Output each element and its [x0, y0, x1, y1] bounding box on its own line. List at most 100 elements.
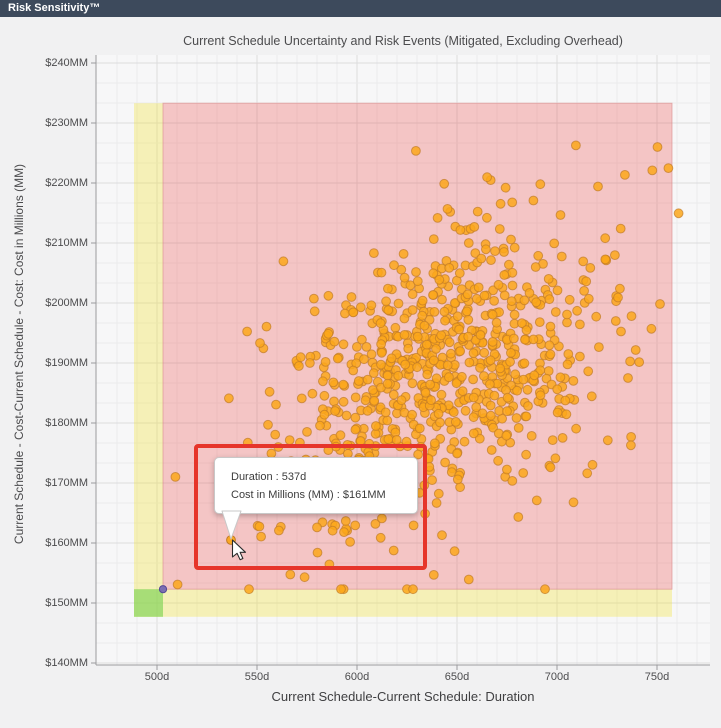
scatter-point[interactable]	[369, 386, 378, 395]
scatter-point[interactable]	[313, 523, 322, 532]
scatter-point[interactable]	[383, 371, 392, 380]
scatter-point[interactable]	[264, 420, 273, 429]
scatter-point[interactable]	[257, 532, 266, 541]
scatter-point[interactable]	[500, 248, 509, 257]
scatter-point[interactable]	[507, 297, 516, 306]
scatter-point[interactable]	[507, 235, 516, 244]
scatter-point[interactable]	[445, 338, 454, 347]
scatter-point[interactable]	[349, 308, 358, 317]
scatter-point[interactable]	[362, 343, 371, 352]
scatter-point[interactable]	[664, 164, 673, 173]
scatter-point[interactable]	[303, 428, 312, 437]
scatter-point[interactable]	[458, 387, 467, 396]
scatter-point[interactable]	[648, 166, 657, 175]
scatter-point[interactable]	[349, 366, 358, 375]
scatter-point[interactable]	[532, 496, 541, 505]
scatter-point[interactable]	[583, 469, 592, 478]
scatter-point[interactable]	[400, 273, 409, 282]
scatter-point[interactable]	[523, 385, 532, 394]
scatter-point[interactable]	[333, 354, 342, 363]
scatter-point[interactable]	[341, 309, 350, 318]
scatter-point[interactable]	[480, 291, 489, 300]
scatter-point[interactable]	[443, 361, 452, 370]
scatter-point[interactable]	[243, 327, 252, 336]
scatter-point[interactable]	[508, 268, 517, 277]
scatter-point[interactable]	[384, 435, 393, 444]
scatter-point[interactable]	[595, 343, 604, 352]
scatter-point[interactable]	[370, 249, 379, 258]
scatter-point[interactable]	[171, 473, 180, 482]
scatter-point[interactable]	[531, 263, 540, 272]
scatter-point[interactable]	[256, 339, 265, 348]
scatter-point[interactable]	[535, 318, 544, 327]
scatter-point[interactable]	[551, 308, 560, 317]
scatter-point[interactable]	[553, 286, 562, 295]
scatter-point[interactable]	[553, 385, 562, 394]
scatter-point[interactable]	[392, 436, 401, 445]
scatter-point[interactable]	[370, 396, 379, 405]
scatter-point[interactable]	[409, 521, 418, 530]
scatter-point[interactable]	[443, 205, 452, 214]
scatter-point[interactable]	[464, 239, 473, 248]
scatter-point[interactable]	[469, 393, 478, 402]
scatter-point[interactable]	[496, 199, 505, 208]
scatter-point[interactable]	[569, 377, 578, 386]
scatter-point[interactable]	[561, 396, 570, 405]
scatter-point[interactable]	[573, 306, 582, 315]
scatter-point[interactable]	[339, 380, 348, 389]
scatter-point[interactable]	[488, 310, 497, 319]
scatter-point[interactable]	[563, 310, 572, 319]
scatter-point[interactable]	[430, 439, 439, 448]
scatter-point[interactable]	[546, 322, 555, 331]
scatter-point[interactable]	[377, 360, 386, 369]
scatter-point[interactable]	[494, 280, 503, 289]
scatter-point[interactable]	[382, 297, 391, 306]
scatter-point[interactable]	[434, 489, 443, 498]
scatter-point[interactable]	[483, 173, 492, 182]
scatter-point[interactable]	[521, 335, 530, 344]
scatter-point[interactable]	[286, 570, 295, 579]
scatter-point[interactable]	[295, 362, 304, 371]
scatter-point[interactable]	[455, 269, 464, 278]
scatter-point[interactable]	[510, 243, 519, 252]
scatter-point[interactable]	[627, 441, 636, 450]
scatter-point[interactable]	[300, 573, 309, 582]
scatter-point[interactable]	[450, 547, 459, 556]
scatter-point[interactable]	[453, 312, 462, 321]
scatter-point[interactable]	[422, 340, 431, 349]
scatter-point[interactable]	[451, 418, 460, 427]
scatter-point[interactable]	[480, 372, 489, 381]
scatter-point[interactable]	[617, 327, 626, 336]
scatter-point[interactable]	[387, 354, 396, 363]
scatter-point[interactable]	[351, 393, 360, 402]
scatter-point[interactable]	[536, 180, 545, 189]
scatter-point[interactable]	[340, 528, 349, 537]
scatter-point[interactable]	[488, 338, 497, 347]
scatter-point[interactable]	[626, 357, 635, 366]
scatter-point[interactable]	[565, 295, 574, 304]
scatter-point[interactable]	[530, 371, 539, 380]
scatter-point[interactable]	[408, 379, 417, 388]
scatter-point[interactable]	[551, 454, 560, 463]
scatter-point[interactable]	[397, 396, 406, 405]
scatter-point[interactable]	[383, 416, 392, 425]
scatter-point[interactable]	[255, 522, 264, 531]
scatter-point[interactable]	[353, 343, 362, 352]
scatter-point[interactable]	[500, 271, 509, 280]
scatter-point[interactable]	[429, 235, 438, 244]
scatter-point[interactable]	[275, 526, 284, 535]
scatter-point[interactable]	[413, 332, 422, 341]
scatter-point[interactable]	[434, 409, 443, 418]
scatter-point[interactable]	[563, 360, 572, 369]
scatter-point[interactable]	[476, 331, 485, 340]
scatter-point[interactable]	[469, 349, 478, 358]
scatter-point[interactable]	[572, 424, 581, 433]
scatter-point[interactable]	[313, 548, 322, 557]
scatter-point[interactable]	[389, 546, 398, 555]
scatter-point[interactable]	[360, 355, 369, 364]
scatter-point[interactable]	[285, 436, 294, 445]
scatter-point[interactable]	[473, 207, 482, 216]
scatter-point[interactable]	[529, 335, 538, 344]
scatter-point[interactable]	[399, 250, 408, 259]
scatter-point[interactable]	[553, 408, 562, 417]
